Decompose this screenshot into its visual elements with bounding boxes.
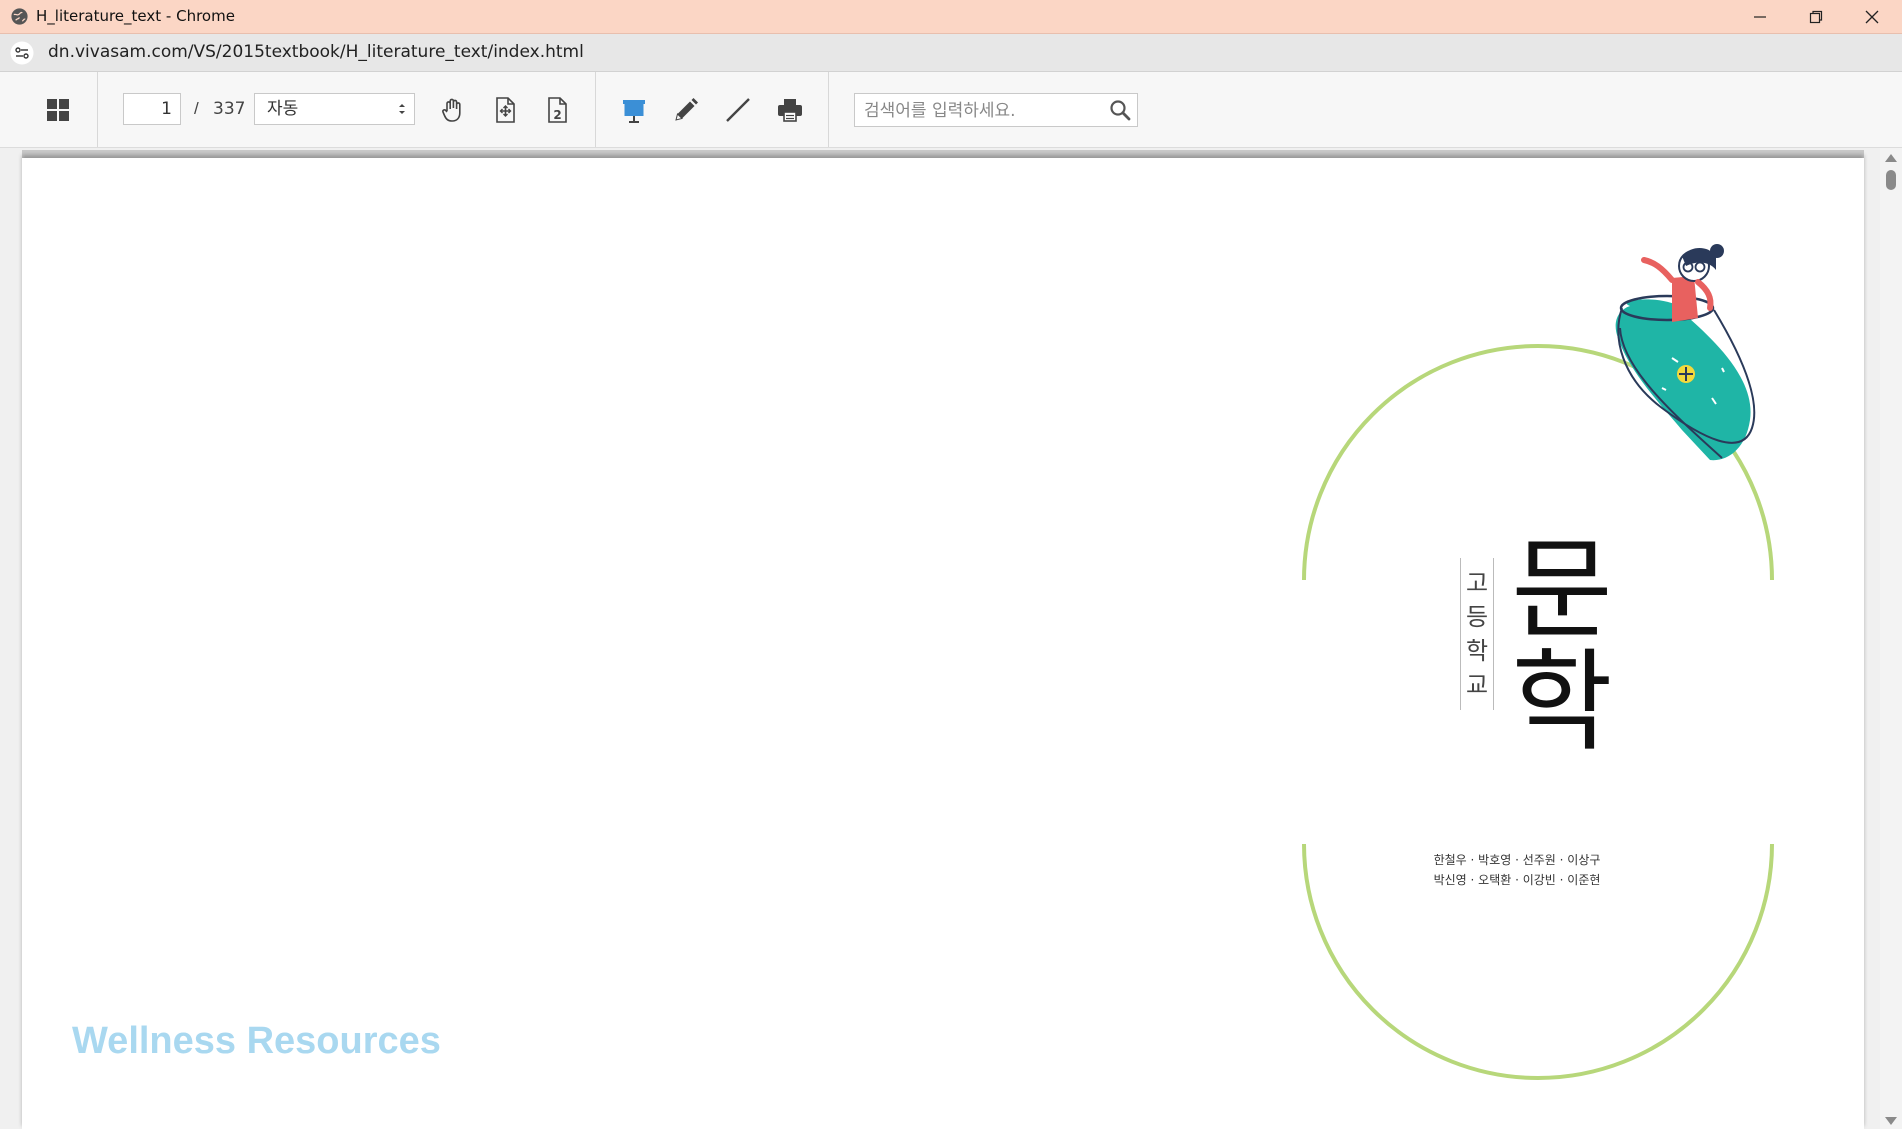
authors-line: 박신영 · 오택환 · 이강빈 · 이준현 xyxy=(1433,873,1601,887)
close-icon xyxy=(1865,10,1879,23)
textbook-cover-page: 고 등 학 교 문 학 한철우 · 박호영 · 선주원 · 이상구 박신영 · … xyxy=(22,158,1864,1129)
hand-tool-button[interactable] xyxy=(436,93,470,127)
restore-icon xyxy=(1809,10,1823,23)
window-titlebar: H_literature_text - Chrome xyxy=(0,0,1902,34)
fit-page-icon xyxy=(496,97,515,123)
authors-list: 한철우 · 박호영 · 선주원 · 이상구 박신영 · 오택환 · 이강빈 · … xyxy=(1402,850,1632,890)
page-number-input[interactable]: 1 xyxy=(123,93,181,125)
scroll-down-icon[interactable] xyxy=(1885,1117,1897,1125)
presentation-button[interactable] xyxy=(617,93,651,127)
subtitle-char: 학 xyxy=(1465,637,1489,665)
printer-icon xyxy=(778,99,802,122)
scroll-up-icon[interactable] xyxy=(1885,154,1897,162)
svg-text:2: 2 xyxy=(553,108,561,122)
document-viewport: 고 등 학 교 문 학 한철우 · 박호영 · 선주원 · 이상구 박신영 · … xyxy=(0,148,1902,1129)
thumbnails-button[interactable] xyxy=(41,93,75,127)
page-separator: / xyxy=(194,99,199,118)
search-input[interactable] xyxy=(855,94,1106,128)
address-bar: dn.vivasam.com/VS/2015textbook/H_literat… xyxy=(0,34,1902,72)
zoom-select[interactable]: 자동 xyxy=(254,93,415,125)
scroll-thumb[interactable] xyxy=(1886,170,1896,190)
subtitle-char: 고 xyxy=(1465,569,1489,597)
total-pages: 337 xyxy=(213,99,246,119)
line-icon xyxy=(726,98,750,122)
viewer-toolbar: 1 / 337 자동 2 xyxy=(0,72,1902,148)
search-icon[interactable] xyxy=(1109,99,1131,121)
minimize-icon xyxy=(1754,15,1766,18)
hand-icon xyxy=(442,98,461,122)
url-text[interactable]: dn.vivasam.com/VS/2015textbook/H_literat… xyxy=(48,34,584,71)
book-title: 문 학 xyxy=(1502,534,1622,758)
authors-line: 한철우 · 박호영 · 선주원 · 이상구 xyxy=(1433,853,1601,867)
subtitle-char: 교 xyxy=(1465,671,1489,699)
subtitle-char: 등 xyxy=(1465,603,1489,631)
restore-button[interactable] xyxy=(1788,0,1844,33)
toolbar-divider xyxy=(828,72,829,147)
minimize-button[interactable] xyxy=(1732,0,1788,33)
toolbar-divider xyxy=(97,72,98,147)
line-tool-button[interactable] xyxy=(721,93,755,127)
close-button[interactable] xyxy=(1844,0,1900,33)
page-top-edge xyxy=(22,150,1864,158)
window-title: H_literature_text - Chrome xyxy=(36,7,235,25)
title-char: 학 xyxy=(1511,638,1613,766)
title-char: 문 xyxy=(1511,526,1613,654)
print-button[interactable] xyxy=(773,93,807,127)
pencil-icon xyxy=(675,98,698,121)
zoom-value: 자동 xyxy=(267,99,299,119)
presentation-icon xyxy=(623,100,645,123)
school-level-subtitle: 고 등 학 교 xyxy=(1460,558,1494,710)
watermark-text: Wellness Resources xyxy=(72,1020,441,1062)
globe-icon xyxy=(11,8,28,25)
toolbar-divider xyxy=(595,72,596,147)
select-arrows-icon xyxy=(399,104,405,114)
grid-icon xyxy=(47,99,69,121)
page-two-icon: 2 xyxy=(548,97,567,123)
girl-in-jar-illustration xyxy=(1615,244,1756,461)
two-page-button[interactable]: 2 xyxy=(540,93,574,127)
fit-page-button[interactable] xyxy=(488,93,522,127)
site-settings-icon[interactable] xyxy=(10,41,34,65)
vertical-scrollbar[interactable] xyxy=(1880,148,1902,1129)
pen-tool-button[interactable] xyxy=(669,93,703,127)
search-box xyxy=(854,93,1138,128)
